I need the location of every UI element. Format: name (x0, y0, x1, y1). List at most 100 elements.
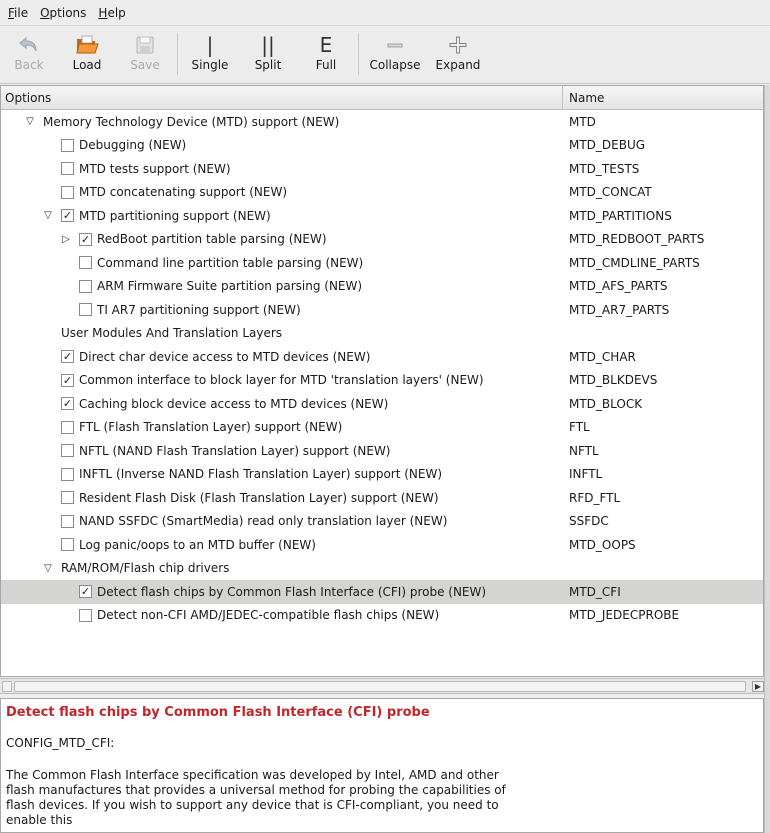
option-cell: ▽ ✓ MTD partitioning support (NEW) (1, 209, 563, 223)
tree-row[interactable]: ✓ Detect flash chips by Common Flash Inte… (1, 580, 763, 604)
menubar: File Options Help (0, 0, 770, 26)
single-view-button[interactable]: | Single (181, 27, 239, 81)
expander-expanded-icon[interactable]: ▽ (41, 563, 55, 574)
checkbox-unchecked[interactable] (61, 467, 74, 481)
menu-file[interactable]: File (2, 1, 34, 25)
scroll-right-arrow-icon[interactable]: ▶ (752, 681, 764, 692)
option-symbol-name: MTD_BLOCK (569, 396, 643, 411)
checkbox-unchecked[interactable] (61, 162, 74, 176)
tree-row[interactable]: Command line partition table parsing (NE… (1, 251, 763, 275)
window-right-edge (764, 85, 770, 833)
toolbar-separator (177, 33, 178, 75)
option-symbol-name: MTD_CONCAT (569, 185, 652, 200)
checkbox-checked[interactable]: ✓ (61, 209, 74, 223)
expander-expanded-icon[interactable]: ▽ (41, 210, 55, 221)
option-label: User Modules And Translation Layers (61, 326, 283, 341)
collapse-icon (385, 32, 405, 58)
option-cell: ▷ ✓ RedBoot partition table parsing (NEW) (1, 232, 563, 246)
checkbox-checked[interactable]: ✓ (61, 397, 74, 411)
checkbox-unchecked[interactable] (61, 185, 74, 199)
tree-row[interactable]: ✓ Common interface to block layer for MTD… (1, 369, 763, 393)
tree-row[interactable]: User Modules And Translation Layers (1, 322, 763, 346)
tree-row[interactable]: ▽ ✓ MTD partitioning support (NEW) MTD_PART… (1, 204, 763, 228)
option-cell: FTL (Flash Translation Layer) support (N… (1, 420, 563, 434)
tree-row[interactable]: FTL (Flash Translation Layer) support (N… (1, 416, 763, 440)
scrollbar-thumb[interactable] (14, 681, 746, 692)
option-label: MTD tests support (NEW) (79, 161, 231, 176)
tree-row[interactable]: TI AR7 partitioning support (NEW) MTD_AR7… (1, 298, 763, 322)
tree-row[interactable]: ▽ Memory Technology Device (MTD) support … (1, 110, 763, 134)
option-label: Common interface to block layer for MTD … (79, 373, 484, 388)
tree-rows: ▽ Memory Technology Device (MTD) support … (1, 110, 763, 627)
option-cell: ✓ Detect flash chips by Common Flash Inte… (1, 585, 563, 599)
menu-help[interactable]: Help (92, 1, 131, 25)
help-description: The Common Flash Interface specification… (6, 768, 506, 827)
checkbox-unchecked[interactable] (61, 514, 74, 528)
toolbar-separator (358, 33, 359, 75)
checkbox-checked[interactable]: ✓ (61, 373, 74, 387)
option-symbol-name: MTD_REDBOOT_PARTS (569, 232, 705, 247)
tree-row[interactable]: Log panic/oops to an MTD buffer (NEW) MTD… (1, 533, 763, 557)
tree-row[interactable]: ▽ RAM/ROM/Flash chip drivers (1, 557, 763, 581)
floppy-disk-icon (134, 32, 156, 58)
collapse-button[interactable]: Collapse (362, 27, 428, 81)
option-label: MTD partitioning support (NEW) (79, 208, 271, 223)
tree-row[interactable]: ✓ Caching block device access to MTD devi… (1, 392, 763, 416)
help-pane: Detect flash chips by Common Flash Inter… (0, 698, 764, 833)
checkbox-unchecked[interactable] (61, 420, 74, 434)
split-view-button[interactable]: || Split (239, 27, 297, 81)
option-symbol-name: MTD_CFI (569, 584, 621, 599)
checkbox-unchecked[interactable] (61, 138, 74, 152)
tree-row[interactable]: ARM Firmware Suite partition parsing (NE… (1, 275, 763, 299)
checkbox-checked[interactable]: ✓ (79, 232, 92, 246)
option-label: RedBoot partition table parsing (NEW) (97, 232, 327, 247)
option-symbol-name: MTD_OOPS (569, 537, 636, 552)
tree-row[interactable]: INFTL (Inverse NAND Flash Translation La… (1, 463, 763, 487)
option-cell: Detect non-CFI AMD/JEDEC-compatible flas… (1, 608, 563, 622)
tree-row[interactable]: Debugging (NEW) MTD_DEBUG (1, 134, 763, 158)
option-label: Log panic/oops to an MTD buffer (NEW) (79, 537, 316, 552)
tree-row[interactable]: NFTL (NAND Flash Translation Layer) supp… (1, 439, 763, 463)
tree-row[interactable]: Detect non-CFI AMD/JEDEC-compatible flas… (1, 604, 763, 628)
column-header-name[interactable]: Name (563, 86, 763, 109)
option-label: Detect flash chips by Common Flash Inter… (97, 584, 487, 599)
option-cell: MTD concatenating support (NEW) (1, 185, 563, 199)
option-label: RAM/ROM/Flash chip drivers (61, 561, 230, 576)
checkbox-unchecked[interactable] (61, 444, 74, 458)
expander-collapsed-icon[interactable]: ▷ (59, 234, 73, 245)
option-label: Detect non-CFI AMD/JEDEC-compatible flas… (97, 608, 440, 623)
horizontal-scrollbar[interactable]: ▶ (0, 678, 770, 694)
tree-row[interactable]: MTD tests support (NEW) MTD_TESTS (1, 157, 763, 181)
back-button[interactable]: Back (0, 27, 58, 81)
tree-row[interactable]: ✓ Direct char device access to MTD device… (1, 345, 763, 369)
option-label: Resident Flash Disk (Flash Translation L… (79, 490, 439, 505)
scroll-left-arrow[interactable] (2, 681, 12, 692)
checkbox-unchecked[interactable] (61, 538, 74, 552)
checkbox-unchecked[interactable] (79, 279, 92, 293)
checkbox-checked[interactable]: ✓ (79, 585, 92, 599)
checkbox-checked[interactable]: ✓ (61, 350, 74, 364)
option-label: Debugging (NEW) (79, 138, 187, 153)
tree-row[interactable]: MTD concatenating support (NEW) MTD_CONCA… (1, 181, 763, 205)
option-cell: NFTL (NAND Flash Translation Layer) supp… (1, 444, 563, 458)
option-cell: User Modules And Translation Layers (1, 326, 563, 340)
save-button[interactable]: Save (116, 27, 174, 81)
column-header-options[interactable]: Options (1, 86, 563, 109)
tree-row[interactable]: NAND SSFDC (SmartMedia) read only transl… (1, 510, 763, 534)
full-view-button[interactable]: E Full (297, 27, 355, 81)
load-button[interactable]: Load (58, 27, 116, 81)
option-symbol-name: MTD (569, 114, 596, 129)
option-label: FTL (Flash Translation Layer) support (N… (79, 420, 343, 435)
tree-row[interactable]: Resident Flash Disk (Flash Translation L… (1, 486, 763, 510)
expand-button[interactable]: Expand (428, 27, 488, 81)
checkbox-unchecked[interactable] (79, 256, 92, 270)
option-symbol-name: MTD_CHAR (569, 349, 636, 364)
checkbox-unchecked[interactable] (61, 491, 74, 505)
tree-row[interactable]: ▷ ✓ RedBoot partition table parsing (NEW) M… (1, 228, 763, 252)
option-label: TI AR7 partitioning support (NEW) (97, 302, 301, 317)
expand-plus-icon (448, 32, 468, 58)
menu-options[interactable]: Options (34, 1, 92, 25)
checkbox-unchecked[interactable] (79, 303, 92, 317)
checkbox-unchecked[interactable] (79, 608, 92, 622)
expander-expanded-icon[interactable]: ▽ (23, 116, 37, 127)
